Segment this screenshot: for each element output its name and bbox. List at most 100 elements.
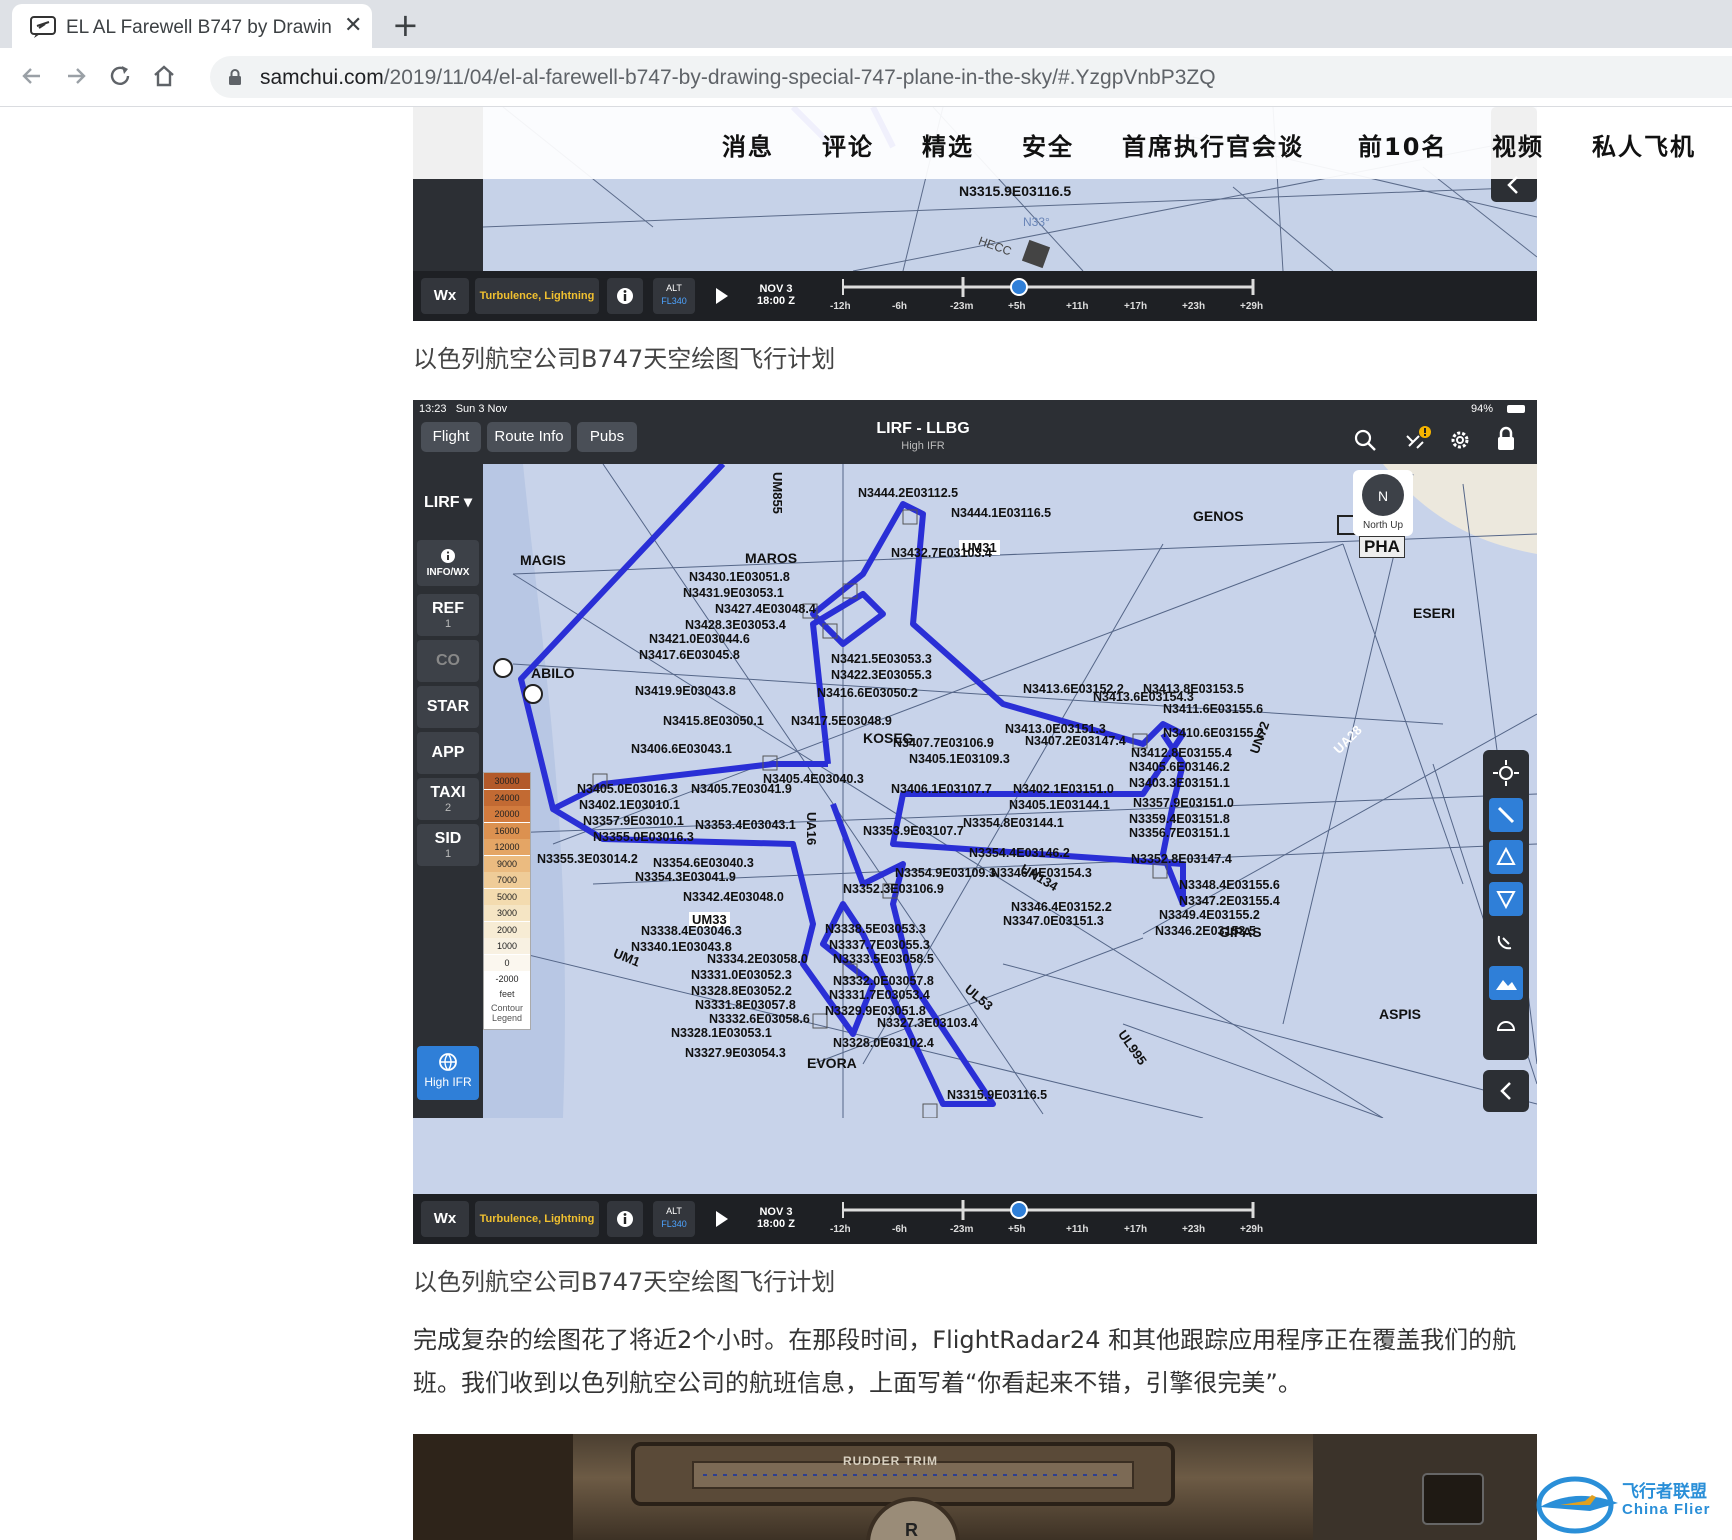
side-item-sid[interactable]: SID 1 (417, 824, 479, 866)
pencil-icon[interactable] (1489, 798, 1523, 832)
radar-icon[interactable] (1489, 924, 1523, 958)
coordinate-label: N3347.0E03151.3 (1003, 914, 1104, 928)
coordinate-label: N3352.3E03106.9 (843, 882, 944, 896)
turbulence-button[interactable]: Turbulence, Lightning (475, 1201, 599, 1237)
timeline-slider-track[interactable] (833, 1200, 1263, 1220)
timeline-date: NOV 3 (759, 1206, 793, 1218)
browser-tab[interactable]: EL AL Farewell B747 by Drawin ✕ (12, 4, 372, 48)
status-time-value: 13:23 (419, 403, 447, 415)
coordinate-label: N3346.2E03153.5 (1155, 924, 1256, 938)
turbulence-button[interactable]: Turbulence, Lightning (475, 278, 599, 314)
back-arrow-icon[interactable] (16, 60, 48, 92)
altitude-button[interactable]: ALT FL340 (653, 278, 695, 314)
alt-value: FL340 (661, 1219, 687, 1229)
coordinate-label: N3338.4E03046.3 (641, 924, 742, 938)
north-up-control[interactable]: N North Up (1353, 470, 1413, 536)
contour-legend-value: 12000 (484, 839, 530, 855)
forward-arrow-icon[interactable] (60, 60, 92, 92)
dome-icon[interactable] (1489, 1008, 1523, 1042)
coordinate-label: N3428.3E03053.4 (685, 618, 786, 632)
side-item-count: 2 (444, 802, 452, 814)
side-item-label: REF (432, 600, 464, 617)
contour-legend-value: 24000 (484, 789, 530, 806)
alt-label: ALT (666, 283, 682, 293)
info-icon[interactable] (607, 1201, 643, 1237)
coordinate-label: N3342.4E03048.0 (683, 890, 784, 904)
contour-legend: 30000 24000 20000 16000 12000 9000 7000 5000 300… (483, 772, 531, 1030)
timeline-datetime: NOV 3 18:00 Z (743, 283, 809, 307)
departure-selector[interactable]: LIRF ▾ (417, 486, 479, 520)
timeline-time: 18:00 Z (757, 295, 795, 307)
nav-item-news[interactable]: 消息 (722, 127, 774, 162)
nav-item-safety[interactable]: 安全 (1022, 127, 1074, 162)
reload-icon[interactable] (104, 60, 136, 92)
triangle-down-icon[interactable] (1489, 882, 1523, 916)
watermark-zh: 飞行者联盟 (1622, 1482, 1707, 1501)
side-item-label: LIRF ▾ (423, 494, 473, 511)
side-item-co[interactable]: CO (417, 640, 479, 682)
coordinate-label: N3355.3E03014.2 (537, 852, 638, 866)
tab-close-icon[interactable]: ✕ (344, 13, 362, 38)
coordinate-label: N3431.9E03053.1 (683, 586, 784, 600)
battery-icon (1507, 405, 1525, 413)
timeline-slider-track[interactable] (833, 277, 1263, 297)
play-icon[interactable] (709, 284, 733, 308)
brightness-icon[interactable] (1489, 756, 1523, 790)
coordinate-label: N3407.7E03106.9 (893, 736, 994, 750)
satellite-alert-icon[interactable] (1403, 424, 1433, 454)
altitude-button[interactable]: ALT FL340 (653, 1201, 695, 1237)
url-text[interactable]: samchui.com/2019/11/04/el-al-farewell-b7… (260, 66, 1216, 90)
side-item-star[interactable]: STAR (417, 686, 479, 728)
nav-item-top10[interactable]: 前10名 (1358, 127, 1447, 162)
tab-flight[interactable]: Flight (421, 422, 481, 452)
nav-item-ceo-talks[interactable]: 首席执行官会谈 (1122, 127, 1304, 162)
tab-route-info[interactable]: Route Info (487, 422, 571, 452)
side-item-app[interactable]: APP (417, 732, 479, 774)
url-host: samchui.com (260, 66, 384, 89)
left-side-panel: LIRF ▾ INFO/WX REF 1 CO STAR APP TAXI 2 SI… (413, 464, 483, 1118)
watermark-en: China Flier (1622, 1501, 1711, 1518)
info-icon[interactable] (607, 278, 643, 314)
high-ifr-label: High IFR (424, 1075, 472, 1089)
nav-item-featured[interactable]: 精选 (922, 127, 974, 162)
map-label: N33° (1023, 215, 1050, 229)
collapse-panel-button[interactable] (1483, 1070, 1529, 1112)
waypoint-label: MAGIS (520, 552, 566, 568)
timeline-tick: +11h (1066, 301, 1089, 312)
timeline-tick: +23h (1182, 1224, 1206, 1235)
triangle-up-icon[interactable] (1489, 840, 1523, 874)
side-item-taxi[interactable]: TAXI 2 (417, 778, 479, 820)
nav-item-reviews[interactable]: 评论 (822, 127, 874, 162)
article-image-cockpit: RUDDER TRIM R (413, 1434, 1537, 1540)
lock-icon[interactable] (1495, 426, 1517, 452)
timeline-tick: +29h (1240, 1224, 1264, 1235)
waypoint-label: EVORA (807, 1055, 857, 1071)
tab-pubs[interactable]: Pubs (577, 422, 637, 452)
coordinate-label: N3353.4E03043.1 (695, 818, 796, 832)
coordinate-label: N3328.0E03102.4 (833, 1036, 934, 1050)
coordinate-label: N3402.1E03151.0 (1013, 782, 1114, 796)
coordinate-label: N3444.2E03112.5 (858, 486, 959, 500)
address-bar[interactable]: samchui.com/2019/11/04/el-al-farewell-b7… (210, 56, 1732, 98)
high-ifr-button[interactable]: High IFR (417, 1046, 479, 1100)
coordinate-label: N3328.8E03052.2 (691, 984, 792, 998)
coordinate-label: N3412.8E03155.4 (1131, 746, 1232, 760)
waypoint-label: ABILO (531, 665, 575, 681)
coordinate-label: N3357.9E03010.1 (583, 814, 684, 828)
side-item-count: 1 (444, 618, 452, 630)
coordinate-label: N3411.6E03155.6 (1163, 702, 1264, 716)
side-item-ref[interactable]: REF 1 (417, 594, 479, 636)
new-tab-button[interactable]: + (392, 6, 419, 44)
wx-button[interactable]: Wx (421, 1201, 469, 1237)
home-icon[interactable] (148, 60, 180, 92)
nav-item-video[interactable]: 视频 (1492, 127, 1544, 162)
play-icon[interactable] (709, 1207, 733, 1231)
side-item-count: 1 (444, 848, 452, 860)
coordinate-label: N3405.0E03016.3 (577, 782, 678, 796)
info-wx-button[interactable]: INFO/WX (417, 540, 479, 586)
search-icon[interactable] (1353, 428, 1377, 452)
nav-item-private-jets[interactable]: 私人飞机 (1592, 127, 1696, 162)
terrain-icon[interactable] (1489, 966, 1523, 1000)
wx-button[interactable]: Wx (421, 278, 469, 314)
gear-icon[interactable] (1447, 427, 1473, 453)
